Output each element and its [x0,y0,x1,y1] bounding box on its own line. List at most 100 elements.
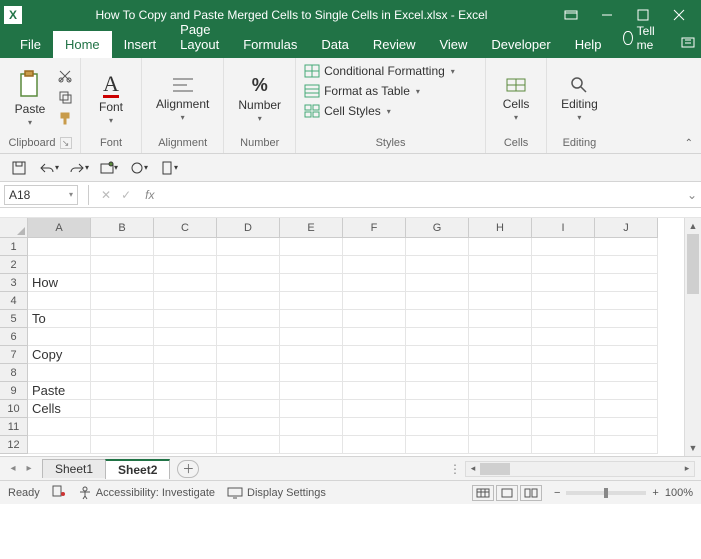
cell-H11[interactable] [469,418,532,436]
column-header-E[interactable]: E [280,218,343,238]
cell-I10[interactable] [532,400,595,418]
cell-F9[interactable] [343,382,406,400]
cell-E4[interactable] [280,292,343,310]
column-header-F[interactable]: F [343,218,406,238]
cell-J5[interactable] [595,310,658,328]
cell-J6[interactable] [595,328,658,346]
cell-H7[interactable] [469,346,532,364]
sheet-nav-next-icon[interactable]: ▸ [22,463,36,474]
cell-I12[interactable] [532,436,595,454]
column-header-D[interactable]: D [217,218,280,238]
cell-A3[interactable]: How [28,274,91,292]
cell-B10[interactable] [91,400,154,418]
row-header-1[interactable]: 1 [0,238,28,256]
zoom-out-button[interactable]: − [554,487,560,499]
ribbon-display-icon[interactable] [553,0,589,30]
cell-C9[interactable] [154,382,217,400]
cell-D9[interactable] [217,382,280,400]
tab-data[interactable]: Data [309,31,360,58]
cell-F1[interactable] [343,238,406,256]
cell-A6[interactable] [28,328,91,346]
row-header-3[interactable]: 3 [0,274,28,292]
cell-B7[interactable] [91,346,154,364]
cell-A9[interactable]: Paste [28,382,91,400]
cell-F6[interactable] [343,328,406,346]
cell-D5[interactable] [217,310,280,328]
cell-D7[interactable] [217,346,280,364]
cell-I8[interactable] [532,364,595,382]
column-header-A[interactable]: A [28,218,91,238]
row-header-12[interactable]: 12 [0,436,28,454]
row-header-4[interactable]: 4 [0,292,28,310]
cell-A11[interactable] [28,418,91,436]
undo-icon[interactable]: ▾ [38,158,60,178]
cell-I2[interactable] [532,256,595,274]
cell-G9[interactable] [406,382,469,400]
tab-review[interactable]: Review [361,31,428,58]
cell-B2[interactable] [91,256,154,274]
cell-G12[interactable] [406,436,469,454]
cell-J8[interactable] [595,364,658,382]
formula-input[interactable] [160,185,683,205]
tab-split-icon[interactable]: ⋮ [449,462,461,476]
expand-formula-bar-icon[interactable]: ⌄ [683,188,701,202]
row-header-6[interactable]: 6 [0,328,28,346]
tell-me[interactable]: Tell me [613,18,669,58]
cell-D12[interactable] [217,436,280,454]
number-button[interactable]: % Number ▾ [232,73,287,125]
cell-G6[interactable] [406,328,469,346]
horizontal-scrollbar[interactable]: ◂ ▸ [465,461,695,477]
cell-J9[interactable] [595,382,658,400]
cell-A10[interactable]: Cells [28,400,91,418]
chevron-down-icon[interactable]: ▾ [69,190,73,199]
cell-D11[interactable] [217,418,280,436]
scroll-left-icon[interactable]: ◂ [466,463,480,474]
macro-record-icon[interactable] [52,485,66,500]
cell-H10[interactable] [469,400,532,418]
cell-H8[interactable] [469,364,532,382]
share-icon[interactable] [669,29,701,58]
cell-B5[interactable] [91,310,154,328]
cell-E5[interactable] [280,310,343,328]
tab-help[interactable]: Help [563,31,614,58]
paste-button[interactable]: Paste ▾ [8,68,52,129]
tab-view[interactable]: View [427,31,479,58]
cell-C3[interactable] [154,274,217,292]
cell-G10[interactable] [406,400,469,418]
new-sheet-button[interactable]: ＋ [177,460,199,478]
cell-J1[interactable] [595,238,658,256]
cell-I1[interactable] [532,238,595,256]
row-header-5[interactable]: 5 [0,310,28,328]
normal-view-button[interactable] [472,485,494,501]
cell-G3[interactable] [406,274,469,292]
cell-C2[interactable] [154,256,217,274]
cancel-icon[interactable]: ✕ [101,188,111,202]
tab-insert[interactable]: Insert [112,31,169,58]
row-header-10[interactable]: 10 [0,400,28,418]
cell-A5[interactable]: To [28,310,91,328]
alignment-button[interactable]: Alignment ▾ [150,73,215,124]
cell-D10[interactable] [217,400,280,418]
cell-J10[interactable] [595,400,658,418]
cell-I3[interactable] [532,274,595,292]
cell-E11[interactable] [280,418,343,436]
cell-F8[interactable] [343,364,406,382]
cell-I7[interactable] [532,346,595,364]
cell-B3[interactable] [91,274,154,292]
format-as-table-button[interactable]: Format as Table▾ [304,82,420,100]
conditional-formatting-button[interactable]: Conditional Formatting▾ [304,62,455,80]
cell-G5[interactable] [406,310,469,328]
zoom-slider[interactable] [566,491,646,495]
sheet-nav-prev-icon[interactable]: ◂ [6,463,20,474]
vertical-scrollbar[interactable]: ▲ ▼ [684,218,701,456]
cell-H3[interactable] [469,274,532,292]
cell-F4[interactable] [343,292,406,310]
cell-E3[interactable] [280,274,343,292]
cell-A8[interactable] [28,364,91,382]
page-layout-view-button[interactable] [496,485,518,501]
cell-A2[interactable] [28,256,91,274]
cell-J3[interactable] [595,274,658,292]
editing-button[interactable]: Editing ▾ [555,73,604,124]
cell-F5[interactable] [343,310,406,328]
cell-J11[interactable] [595,418,658,436]
